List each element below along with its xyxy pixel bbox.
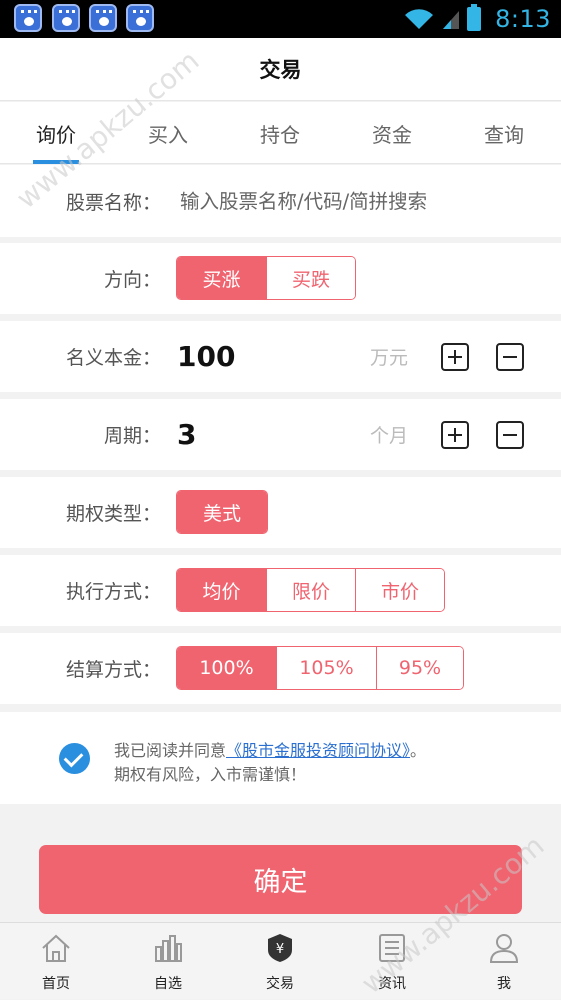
principal-value[interactable]: 100	[177, 321, 235, 392]
option-type-segmented-control: 美式	[176, 490, 268, 534]
settlement-row: 结算方式： 100% 105% 95%	[0, 633, 561, 704]
period-unit: 个月	[370, 425, 409, 447]
tab-inquiry[interactable]: 询价	[11, 102, 101, 164]
news-icon	[379, 934, 405, 962]
nav-trade-label: 交易	[266, 976, 294, 992]
period-decrease-button[interactable]	[496, 421, 524, 449]
baidu-notification-icon	[126, 4, 154, 32]
settlement-105-button[interactable]: 105%	[277, 647, 377, 689]
page-title: 交易	[259, 58, 302, 82]
yuan-shield-icon: ¥	[268, 934, 292, 962]
direction-row: 方向： 买涨 买跌	[0, 243, 561, 314]
stock-name-row: 股票名称：	[0, 165, 561, 237]
battery-icon	[467, 4, 482, 31]
period-row: 周期： 3 个月	[0, 399, 561, 470]
baidu-notification-icon	[14, 4, 42, 32]
tab-bar: 询价 买入 持仓 资金 查询	[0, 102, 561, 164]
home-icon	[42, 934, 70, 962]
clock: 8:13	[495, 5, 551, 33]
principal-unit: 万元	[370, 347, 409, 369]
option-type-row: 期权类型： 美式	[0, 477, 561, 548]
execution-limit-button[interactable]: 限价	[267, 569, 356, 611]
nav-me[interactable]: 我	[464, 923, 544, 1000]
risk-warning: 期权有风险，入市需谨慎！	[114, 765, 307, 784]
baidu-notification-icon	[89, 4, 117, 32]
tab-positions[interactable]: 持仓	[235, 102, 325, 164]
baidu-notification-icon	[52, 4, 80, 32]
principal-decrease-button[interactable]	[496, 343, 524, 371]
direction-up-button[interactable]: 买涨	[177, 257, 267, 299]
nav-home[interactable]: 首页	[16, 923, 96, 1000]
direction-down-button[interactable]: 买跌	[267, 257, 355, 299]
wifi-icon	[405, 9, 434, 30]
direction-segmented-control: 买涨 买跌	[176, 256, 356, 300]
bottom-nav: 首页 自选 ¥ 交易 资讯 我	[0, 922, 561, 999]
tab-funds[interactable]: 资金	[347, 102, 437, 164]
signal-icon	[443, 11, 460, 29]
stock-search-input[interactable]	[180, 165, 540, 237]
option-type-american-button[interactable]: 美式	[177, 491, 267, 533]
nav-watchlist[interactable]: 自选	[128, 923, 208, 1000]
settlement-segmented-control: 100% 105% 95%	[176, 646, 464, 690]
nav-news[interactable]: 资讯	[352, 923, 432, 1000]
nav-home-label: 首页	[42, 976, 70, 992]
period-increase-button[interactable]	[441, 421, 469, 449]
agreement-checkbox[interactable]	[59, 743, 90, 774]
execution-market-button[interactable]: 市价	[356, 569, 444, 611]
status-bar: 8:13	[0, 0, 561, 38]
confirm-button[interactable]: 确定	[39, 845, 522, 914]
person-icon	[489, 934, 519, 963]
nav-me-label: 我	[497, 976, 511, 992]
option-type-label: 期权类型：	[65, 503, 161, 525]
stock-name-label: 股票名称：	[65, 191, 161, 214]
direction-label: 方向：	[103, 269, 161, 291]
settlement-label: 结算方式：	[65, 659, 161, 681]
chart-bars-icon	[155, 935, 182, 962]
settlement-100-button[interactable]: 100%	[177, 647, 277, 689]
tab-query[interactable]: 查询	[459, 102, 549, 164]
principal-row: 名义本金： 100 万元	[0, 321, 561, 392]
period-label: 周期：	[103, 425, 161, 447]
agreement-prefix: 我已阅读并同意	[114, 741, 227, 760]
execution-row: 执行方式： 均价 限价 市价	[0, 555, 561, 626]
header: 交易	[0, 38, 561, 101]
agreement-link[interactable]: 《股市金服投资顾问协议》	[226, 741, 410, 760]
execution-segmented-control: 均价 限价 市价	[176, 568, 445, 612]
nav-watchlist-label: 自选	[154, 976, 182, 992]
nav-trade[interactable]: ¥ 交易	[240, 923, 320, 1000]
execution-average-button[interactable]: 均价	[177, 569, 267, 611]
tab-buy[interactable]: 买入	[123, 102, 213, 164]
nav-news-label: 资讯	[378, 976, 406, 992]
principal-label: 名义本金：	[65, 347, 161, 369]
execution-label: 执行方式：	[65, 581, 161, 603]
principal-increase-button[interactable]	[441, 343, 469, 371]
settlement-95-button[interactable]: 95%	[377, 647, 463, 689]
agreement-text: 我已阅读并同意《股市金服投资顾问协议》。	[114, 737, 426, 761]
active-tab-indicator	[33, 160, 79, 164]
period-value[interactable]: 3	[177, 399, 196, 470]
svg-text:¥: ¥	[276, 942, 284, 957]
agreement-suffix: 。	[410, 741, 427, 760]
